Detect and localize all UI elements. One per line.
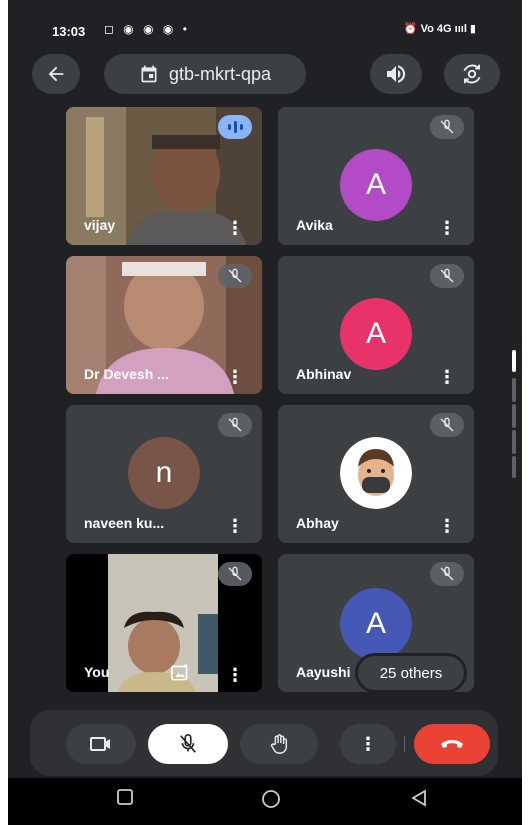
avatar: A <box>340 298 412 370</box>
participant-tile-avika[interactable]: A Avika ⋮ <box>278 107 474 245</box>
scroll-indicator <box>512 404 516 428</box>
participant-name: Abhay <box>296 515 339 531</box>
hand-icon <box>270 734 288 754</box>
switch-camera-button[interactable] <box>444 54 500 94</box>
back-arrow-icon <box>48 66 64 82</box>
mic-off-icon <box>180 734 196 753</box>
speaker-icon <box>387 65 406 83</box>
system-nav-bar <box>8 778 522 825</box>
others-count-chip[interactable]: 25 others <box>358 656 464 690</box>
phone-screen: 13:03 ◻ ◉ ◉ ◉ • ⏰ Vo 4G ıııl ▮ gtb-mkrt-… <box>8 0 522 825</box>
more-options-icon[interactable]: ⋮ <box>438 368 456 386</box>
more-options-icon[interactable]: ⋮ <box>226 368 244 386</box>
participant-name: You <box>84 664 110 680</box>
participant-tile-dr-devesh[interactable]: Dr Devesh ... ⋮ <box>66 256 262 394</box>
more-options-button[interactable]: ⋮ <box>340 724 396 764</box>
switch-camera-icon <box>463 64 481 84</box>
scroll-indicator-active <box>512 350 516 372</box>
mic-off-icon <box>218 264 252 288</box>
speaker-button[interactable] <box>370 54 422 94</box>
back-icon[interactable] <box>410 788 428 808</box>
mic-off-icon <box>430 562 464 586</box>
more-options-icon[interactable]: ⋮ <box>226 517 244 535</box>
avatar: A <box>340 588 412 660</box>
participant-tile-naveen[interactable]: n naveen ku... ⋮ <box>66 405 262 543</box>
participant-name: Abhinav <box>296 366 352 382</box>
more-options-icon[interactable]: ⋮ <box>226 219 244 237</box>
raise-hand-button[interactable] <box>240 724 318 764</box>
back-button[interactable] <box>32 54 80 94</box>
scroll-indicator <box>512 456 516 478</box>
participant-name: Aayushi <box>296 664 351 680</box>
scroll-indicator <box>512 430 516 454</box>
mic-off-icon <box>430 115 464 139</box>
controls-divider <box>404 736 405 752</box>
status-time: 13:03 <box>52 24 86 39</box>
participant-tile-you[interactable]: You ⋮ <box>66 554 262 692</box>
end-call-button[interactable] <box>414 724 490 764</box>
status-bar: 13:03 ◻ ◉ ◉ ◉ • ⏰ Vo 4G ıııl ▮ <box>8 0 522 44</box>
mic-off-icon <box>218 413 252 437</box>
meeting-code: gtb-mkrt-qpa <box>168 63 272 84</box>
camera-toggle-button[interactable] <box>66 724 136 764</box>
mic-off-icon <box>218 562 252 586</box>
video-camera-icon <box>90 737 110 751</box>
top-bar: gtb-mkrt-qpa <box>8 48 522 100</box>
more-options-icon[interactable]: ⋮ <box>438 517 456 535</box>
more-options-icon[interactable]: ⋮ <box>226 666 244 684</box>
more-options-icon[interactable]: ⋮ <box>438 219 456 237</box>
memoji-avatar <box>340 437 412 509</box>
participant-name: naveen ku... <box>84 515 165 531</box>
mic-toggle-button[interactable] <box>148 724 228 764</box>
status-right-icons: ⏰ Vo 4G ıııl ▮ <box>403 23 476 35</box>
call-controls: ⋮ <box>30 710 498 776</box>
scroll-indicator <box>512 378 516 402</box>
participant-name: vijay <box>84 217 116 233</box>
avatar: n <box>128 437 200 509</box>
mic-off-icon <box>430 264 464 288</box>
home-icon[interactable] <box>260 788 282 810</box>
calendar-icon <box>141 65 157 83</box>
meeting-code-pill[interactable]: gtb-mkrt-qpa <box>104 54 306 94</box>
participant-tile-abhay[interactable]: Abhay ⋮ <box>278 405 474 543</box>
avatar: A <box>340 149 412 221</box>
hang-up-icon <box>441 740 463 748</box>
participant-tile-vijay[interactable]: vijay ⋮ <box>66 107 262 245</box>
participant-name: Avika <box>296 217 333 233</box>
participant-name: Dr Devesh ... <box>84 366 169 382</box>
participant-tile-abhinav[interactable]: A Abhinav ⋮ <box>278 256 474 394</box>
background-effects-icon[interactable] <box>170 664 190 682</box>
recents-icon[interactable] <box>116 788 134 806</box>
speaking-indicator-icon <box>218 115 252 139</box>
mic-off-icon <box>430 413 464 437</box>
notification-icons: ◻ ◉ ◉ ◉ • <box>104 22 190 36</box>
